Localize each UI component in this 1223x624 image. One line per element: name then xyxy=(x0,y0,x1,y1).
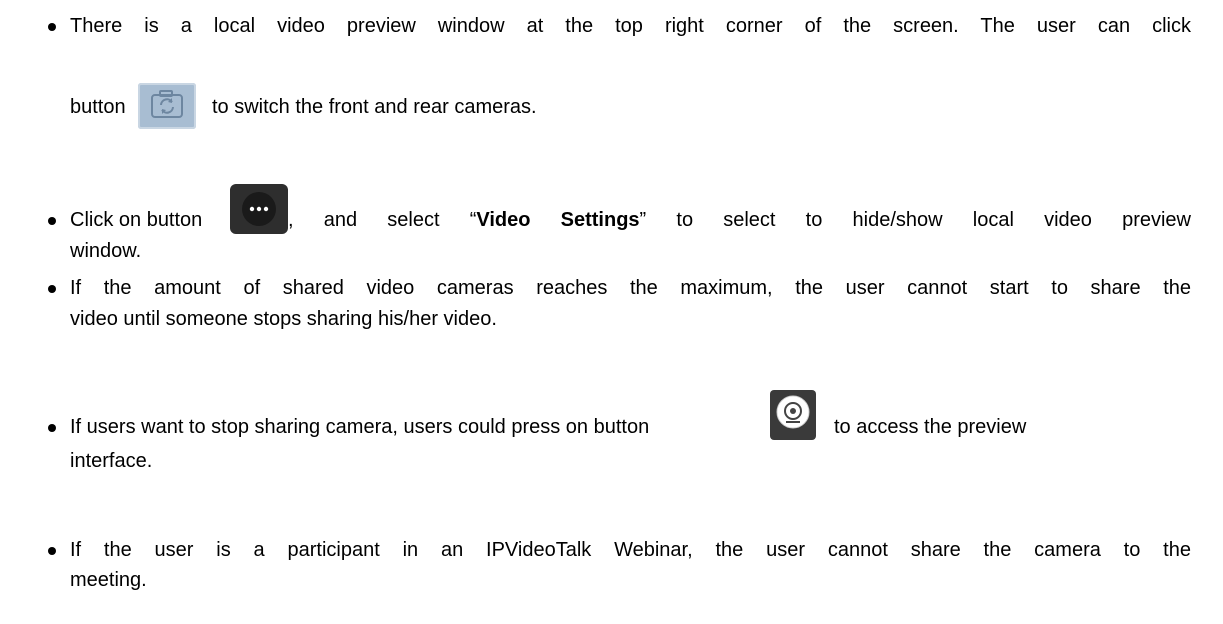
paragraph-line: video until someone stops sharing his/he… xyxy=(70,308,497,330)
inline-text: If users want to stop sharing camera, us… xyxy=(70,416,650,438)
inline-text: ” to select to hide/show local video pre… xyxy=(639,209,1191,231)
paragraph-line: If the user is a participant in an IPVid… xyxy=(70,539,1191,561)
paragraph-line: meeting. xyxy=(70,569,147,591)
video-settings-label: Video Settings xyxy=(476,209,640,231)
inline-text: Click on button xyxy=(70,209,203,231)
camera-switch-icon xyxy=(138,83,196,129)
bullet-dot xyxy=(48,23,56,31)
paragraph-line: , and select “Video Settings” to select … xyxy=(288,208,1191,232)
paragraph-line: window. xyxy=(70,240,142,262)
inline-text: , and select “ xyxy=(288,209,477,231)
inline-text: button xyxy=(70,96,126,118)
paragraph-line: There is a local video preview window at… xyxy=(70,15,1191,37)
inline-text: to switch the front and rear cameras. xyxy=(212,96,537,118)
more-options-icon xyxy=(230,184,288,234)
bullet-dot xyxy=(48,217,56,225)
bullet-dot xyxy=(48,285,56,293)
paragraph-line: interface. xyxy=(70,450,153,472)
paragraph-line: If the amount of shared video cameras re… xyxy=(70,277,1191,299)
bullet-dot xyxy=(48,547,56,555)
paragraph-line: to access the preview xyxy=(834,415,1191,439)
stop-camera-icon xyxy=(770,390,816,440)
bullet-dot xyxy=(48,424,56,432)
inline-text: to access the preview xyxy=(834,416,1027,438)
document-page: There is a local video preview window at… xyxy=(0,0,1223,624)
paragraph-line: to switch the front and rear cameras. xyxy=(212,95,1191,119)
